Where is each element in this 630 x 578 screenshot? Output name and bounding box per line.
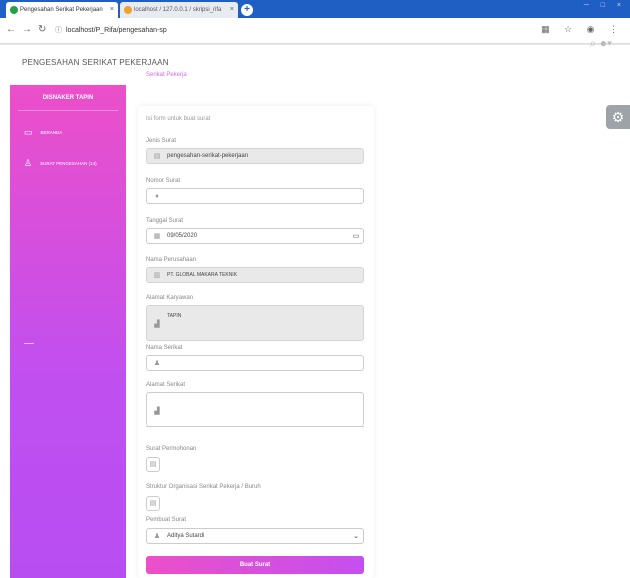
struktur-organisasi-label: Struktur Organisasi Serikat Pekerja / Bu… [146, 484, 261, 490]
microphone-icon: ♦ [155, 192, 159, 200]
document-icon: ▤ [153, 153, 161, 160]
browser-tab[interactable]: localhost / 127.0.0.1 / skripsi_rifa × [120, 2, 238, 18]
jenis-surat-label: Jenis Surat [146, 138, 177, 144]
date-picker-icon[interactable]: ▭ [349, 232, 363, 240]
pembuat-surat-value: Aditya Sutardi [167, 533, 205, 539]
close-tab-icon[interactable]: × [110, 2, 114, 18]
alamat-karyawan-label: Alamat Karyawan [146, 295, 194, 301]
tanggal-surat-label: Tanggal Surat [146, 218, 184, 224]
new-tab-button[interactable]: + [241, 4, 253, 16]
page-title: PENGESAHAN SERIKAT PEKERJAAN [22, 58, 169, 67]
url-field[interactable]: ⓘ localhost/P_Rifa/pengesahan-sp [55, 25, 167, 35]
nama-perusahaan-value: PT. GLOBAL MAKARA TEKNIK [167, 272, 238, 278]
tab-title: Pengesahan Serikat Pekerjaan [20, 7, 103, 13]
url-text: localhost/P_Rifa/pengesahan-sp [66, 27, 167, 34]
info-icon: ⓘ [55, 27, 62, 34]
jenis-surat-value: pengesahan-serikat-pekerjaan [167, 153, 249, 159]
address-bar-row: ← → ↻ ⓘ localhost/P_Rifa/pengesahan-sp ▦ … [0, 18, 630, 44]
window-controls[interactable]: ─ □ × [584, 2, 626, 9]
surat-permohonan-label: Surat Permohonan [146, 446, 197, 452]
browser-toolbar-icons[interactable]: ▦ ☆ ◉ ⋮ [541, 24, 624, 35]
user-icon: ♙ [24, 158, 33, 168]
sidebar-brand[interactable]: DISNAKER TAPIN [10, 95, 126, 101]
pembuat-surat-select[interactable]: ♟ Aditya Sutardi ⌄ [146, 528, 364, 544]
nama-serikat-input[interactable]: ♟ [146, 355, 364, 371]
chevron-down-icon: ⌄ [353, 533, 359, 540]
surat-permohonan-file-button[interactable]: ▤ [146, 457, 160, 472]
buat-surat-button[interactable]: Buat Surat [146, 556, 364, 574]
struktur-organisasi-file-button[interactable]: ▤ [146, 496, 160, 511]
alamat-karyawan-field: ▟ TAPIN [146, 305, 364, 341]
monitor-icon: ▭ [24, 127, 33, 137]
alamat-karyawan-value: TAPIN [167, 313, 182, 319]
sidebar-divider [18, 110, 118, 111]
sidebar-toggle[interactable] [24, 343, 34, 344]
tanggal-surat-input[interactable]: ▦ 09/05/2020 ▭ [146, 228, 364, 244]
nomor-surat-label: Nomor Surat [146, 178, 181, 184]
alamat-serikat-textarea[interactable]: ▟ [146, 392, 364, 426]
site-favicon-icon [10, 6, 18, 14]
close-tab-icon[interactable]: × [230, 2, 234, 18]
reload-icon[interactable]: ↻ [38, 24, 46, 35]
alamat-serikat-label: Alamat Serikat [146, 382, 186, 388]
tanggal-surat-value: 09/05/2020 [167, 233, 198, 239]
pembuat-surat-label: Pembuat Surat [146, 517, 187, 523]
nama-perusahaan-label: Nama Perusahaan [146, 257, 197, 263]
sidebar-item-label: SURAT PENGESAHAN (14) [40, 161, 97, 166]
breadcrumb[interactable]: Serikat Pekerja [146, 72, 187, 78]
calendar-icon: ▦ [153, 233, 161, 240]
sidebar: DISNAKER TAPIN ▭ BERANDA ♙ SURAT PENGESA… [10, 85, 126, 578]
gear-icon[interactable]: ⚙ [606, 105, 630, 129]
textarea-bottom-border [146, 426, 364, 427]
map-icon: ▟ [154, 321, 160, 328]
browser-tab-active[interactable]: Pengesahan Serikat Pekerjaan × [6, 2, 118, 18]
form-card: Isi form untuk buat surat Jenis Surat ▤ … [138, 106, 374, 578]
nama-perusahaan-field: ▥ PT. GLOBAL MAKARA TEKNIK [146, 267, 364, 283]
tab-title: localhost / 127.0.0.1 / skripsi_rifa [134, 7, 222, 13]
form-intro: Isi form untuk buat surat [146, 116, 211, 122]
building-icon: ▥ [153, 272, 161, 279]
user-icon: ♟ [153, 360, 161, 367]
header-divider [0, 44, 630, 45]
sidebar-item-label: BERANDA [40, 130, 63, 135]
forward-arrow-icon[interactable]: → [22, 24, 32, 35]
browser-tab-bar: Pengesahan Serikat Pekerjaan × localhost… [0, 0, 630, 18]
back-arrow-icon[interactable]: ← [6, 24, 16, 35]
sidebar-item-beranda[interactable]: ▭ BERANDA [24, 127, 62, 138]
phpmyadmin-favicon-icon [124, 6, 132, 14]
nomor-surat-input[interactable]: ♦ [146, 188, 364, 204]
nama-serikat-label: Nama Serikat [146, 345, 183, 351]
map-icon: ▟ [154, 408, 160, 415]
user-menu-icon[interactable]: ⌕ ●▾ [590, 36, 612, 51]
jenis-surat-field: ▤ pengesahan-serikat-pekerjaan [146, 148, 364, 164]
sidebar-item-surat-pengesahan[interactable]: ♙ SURAT PENGESAHAN (14) [24, 158, 97, 169]
user-icon: ♟ [153, 533, 161, 540]
